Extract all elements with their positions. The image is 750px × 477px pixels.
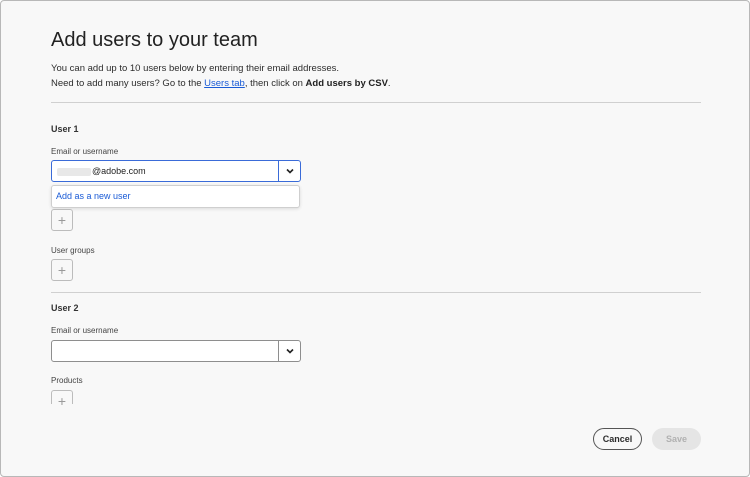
cancel-button[interactable]: Cancel [593, 428, 642, 450]
user-1-groups-label: User groups [51, 246, 95, 255]
intro-middle: , then click on [244, 78, 306, 89]
plus-icon: + [57, 262, 67, 278]
save-button[interactable]: Save [652, 428, 701, 450]
suggestion-popover: Add as a new user [51, 185, 300, 208]
dialog-title: Add users to your team [51, 29, 258, 51]
divider [51, 102, 701, 103]
divider [51, 292, 701, 293]
user-2-add-products-button[interactable]: + [51, 390, 73, 409]
add-users-dialog: Add users to your team You can add up to… [0, 0, 750, 477]
chevron-down-icon [285, 348, 294, 354]
intro-prefix: Need to add many users? Go to the [51, 78, 205, 89]
user-1-email-dropdown-button[interactable] [278, 161, 300, 181]
add-users-by-csv-text: Add users by CSV [305, 78, 388, 89]
user-2-heading: User 2 [51, 303, 79, 313]
chevron-down-icon [285, 168, 294, 174]
redacted-username [57, 167, 91, 176]
intro-line-2: Need to add many users? Go to the Users … [51, 76, 391, 91]
plus-icon: + [57, 212, 67, 228]
intro-suffix: . [387, 78, 391, 89]
user-1-heading: User 1 [51, 124, 79, 134]
intro-line-1: You can add up to 10 users below by ente… [51, 63, 339, 74]
user-2-email-combobox[interactable] [51, 340, 301, 362]
intro-text: You can add up to 10 users below by ente… [51, 61, 391, 91]
user-1-email-value: @adobe.com [92, 166, 146, 176]
plus-icon: + [57, 393, 67, 409]
user-2-email-label: Email or username [51, 326, 119, 335]
user-2-products-label: Products [51, 376, 83, 385]
user-1-email-combobox[interactable]: @adobe.com [51, 160, 301, 182]
users-tab-link[interactable]: Users tab [204, 78, 245, 89]
user-1-add-products-button[interactable]: + [51, 209, 73, 231]
add-as-new-user-option[interactable]: Add as a new user [56, 191, 131, 201]
user-1-add-groups-button[interactable]: + [51, 259, 73, 281]
user-1-email-field[interactable]: @adobe.com [57, 166, 146, 176]
user-1-email-label: Email or username [51, 147, 119, 156]
user-2-email-dropdown-button[interactable] [278, 341, 300, 361]
